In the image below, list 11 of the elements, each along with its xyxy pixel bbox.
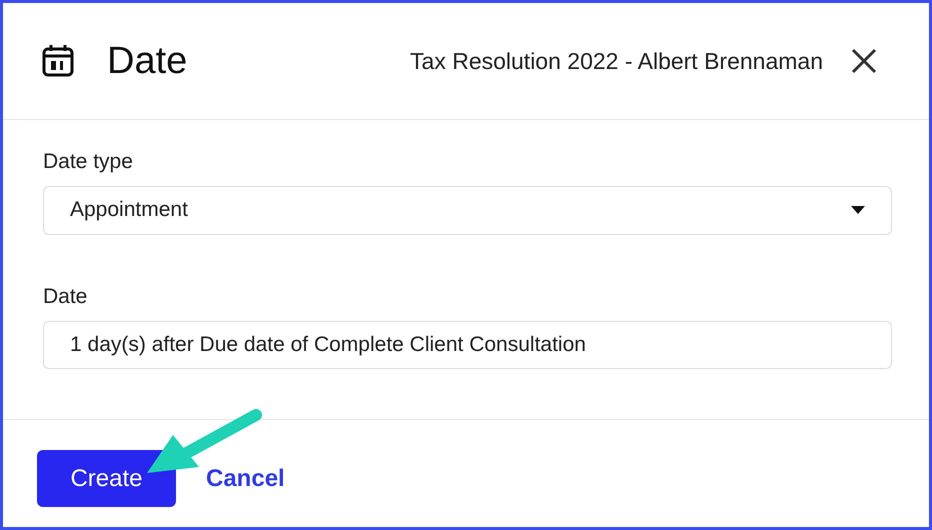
create-button[interactable]: Create [37, 450, 176, 507]
input-field[interactable]: 1 day(s) after Due date of Complete Client Consultation [43, 320, 892, 369]
field-label: Date type [43, 150, 134, 174]
calendar-icon [41, 44, 75, 78]
dialog-title: Date [107, 40, 188, 82]
matter-name: Tax Resolution 2022 - Albert Brennaman [410, 48, 823, 74]
select-field[interactable]: Appointment [43, 186, 892, 234]
caret-icon [851, 206, 865, 214]
cancel-link[interactable]: Cancel [206, 464, 285, 492]
close-button[interactable] [849, 46, 879, 76]
field-label: Date [43, 284, 88, 308]
